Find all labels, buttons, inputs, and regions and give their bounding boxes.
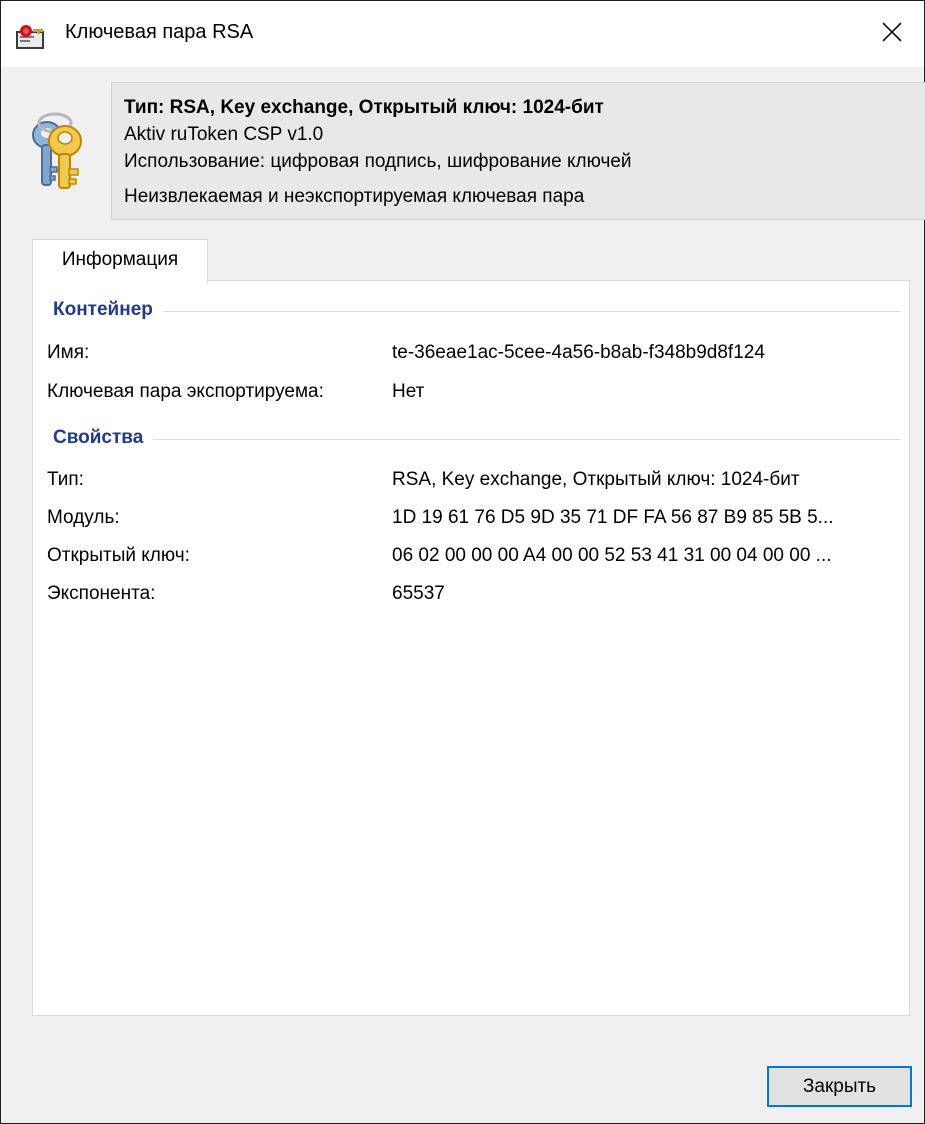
public-key-label: Открытый ключ: <box>47 545 190 566</box>
modulus-value[interactable]: 1D 19 61 76 D5 9D 35 71 DF FA 56 87 B9 8… <box>392 507 834 529</box>
window-title: Ключевая пара RSA <box>65 21 254 43</box>
key-summary-panel: Тип: RSA, Key exchange, Открытый ключ: 1… <box>111 82 925 220</box>
close-icon <box>882 21 902 47</box>
type-label: Тип: <box>47 469 84 490</box>
section-divider <box>162 310 901 312</box>
container-name-label: Имя: <box>47 342 90 363</box>
window-close-button[interactable] <box>860 1 924 67</box>
exponent-value[interactable]: 65537 <box>392 583 445 605</box>
certificate-key-icon <box>13 23 47 51</box>
tab-information[interactable]: Информация <box>32 239 208 283</box>
exponent-label: Экспонента: <box>47 583 156 604</box>
modulus-label: Модуль: <box>47 507 120 528</box>
properties-section-title: Свойства <box>53 427 144 448</box>
key-exportability: Неизвлекаемая и неэкспортируемая ключева… <box>124 186 585 207</box>
title-bar[interactable]: Ключевая пара RSA <box>1 1 924 67</box>
public-key-value[interactable]: 06 02 00 00 00 A4 00 00 52 53 41 31 00 0… <box>392 545 832 567</box>
exportable-label: Ключевая пара экспортируема: <box>47 381 324 402</box>
container-name-value[interactable]: te-36eae1ac-5cee-4a56-b8ab-f348b9d8f124 <box>392 342 765 364</box>
exportable-value[interactable]: Нет <box>392 381 424 403</box>
container-section-title: Контейнер <box>53 299 153 320</box>
csp-name: Aktiv ruToken CSP v1.0 <box>124 124 324 145</box>
information-panel: Контейнер Имя: te-36eae1ac-5cee-4a56-b8a… <box>32 280 910 1016</box>
section-divider <box>153 438 901 440</box>
dialog-window: Ключевая пара RSA Тип: RSA, Key exchange… <box>0 0 925 1124</box>
container-section-header: Контейнер <box>53 297 901 323</box>
close-button[interactable]: Закрыть <box>767 1066 912 1107</box>
type-value[interactable]: RSA, Key exchange, Открытый ключ: 1024-б… <box>392 469 800 491</box>
keys-icon <box>25 111 95 191</box>
key-type-summary: Тип: RSA, Key exchange, Открытый ключ: 1… <box>124 97 604 118</box>
key-usage: Использование: цифровая подпись, шифрова… <box>124 151 632 172</box>
properties-section-header: Свойства <box>53 425 901 451</box>
